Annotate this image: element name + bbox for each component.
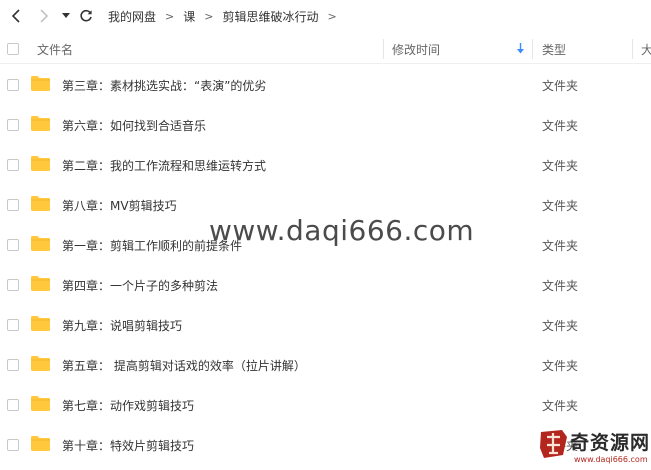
file-type: 文件夹 <box>542 118 579 133</box>
file-row[interactable]: 第八章：MV剪辑技巧 文件夹 <box>0 185 651 225</box>
file-type: 文件夹 <box>542 198 579 213</box>
row-checkbox[interactable] <box>7 119 19 131</box>
file-row[interactable]: 第九章：说唱剪辑技巧 文件夹 <box>0 305 651 345</box>
file-name[interactable]: 第九章：说唱剪辑技巧 <box>62 305 182 345</box>
row-checkbox[interactable] <box>7 359 19 371</box>
history-dropdown-button[interactable] <box>60 6 72 26</box>
file-name[interactable]: 第二章：我的工作流程和思维运转方式 <box>62 145 266 185</box>
file-type: 文件夹 <box>542 358 579 373</box>
file-type: 文件夹 <box>542 78 579 93</box>
file-row[interactable]: 第二章：我的工作流程和思维运转方式 文件夹 <box>0 145 651 185</box>
file-type: 文件夹 <box>542 278 579 293</box>
folder-icon <box>31 76 50 91</box>
breadcrumb-item-course[interactable]: 课 <box>183 8 195 25</box>
file-row[interactable]: 第六章：如何找到合适音乐 文件夹 <box>0 105 651 145</box>
caret-down-icon <box>62 13 70 18</box>
file-name[interactable]: 第一章：剪辑工作顺利的前提条件 <box>62 225 242 265</box>
folder-icon <box>31 156 50 171</box>
breadcrumb-item-my-disk[interactable]: 我的网盘 <box>108 8 156 25</box>
folder-icon <box>31 356 50 371</box>
folder-icon <box>31 396 50 411</box>
file-type: 文件夹 <box>542 238 579 253</box>
folder-icon <box>31 116 50 131</box>
file-list: 第三章：素材挑选实战：“表演”的优劣 文件夹 第六章：如何找到合适音乐 文件夹 … <box>0 65 651 465</box>
select-all-checkbox[interactable] <box>7 43 19 55</box>
file-name[interactable]: 第八章：MV剪辑技巧 <box>62 185 177 225</box>
file-name[interactable]: 第三章：素材挑选实战：“表演”的优劣 <box>62 65 266 105</box>
column-divider[interactable] <box>383 39 384 59</box>
breadcrumb: 我的网盘 > 课 > 剪辑思维破冰行动 > <box>108 8 346 25</box>
row-checkbox[interactable] <box>7 199 19 211</box>
breadcrumb-separator: > <box>165 9 175 23</box>
file-type: 文件夹 <box>542 318 579 333</box>
sort-down-icon[interactable] <box>516 43 525 55</box>
folder-icon <box>31 316 50 331</box>
file-row[interactable]: 第一章：剪辑工作顺利的前提条件 文件夹 <box>0 225 651 265</box>
row-checkbox[interactable] <box>7 439 19 451</box>
back-button[interactable] <box>6 6 26 26</box>
column-divider[interactable] <box>532 39 533 59</box>
file-name[interactable]: 第六章：如何找到合适音乐 <box>62 105 206 145</box>
file-type: 文件夹 <box>542 398 579 413</box>
file-name[interactable]: 第五章： 提高剪辑对话戏的效率（拉片讲解） <box>62 345 306 385</box>
row-checkbox[interactable] <box>7 399 19 411</box>
row-checkbox[interactable] <box>7 159 19 171</box>
column-header-size[interactable]: 大 <box>641 34 651 64</box>
refresh-icon <box>80 9 92 22</box>
breadcrumb-separator: > <box>204 9 214 23</box>
file-row[interactable]: 第四章：一个片子的多种剪法 文件夹 <box>0 265 651 305</box>
row-checkbox[interactable] <box>7 319 19 331</box>
column-header-modified-time[interactable]: 修改时间 <box>392 34 440 64</box>
column-header-type[interactable]: 类型 <box>542 34 566 64</box>
file-type: 文件夹 <box>542 438 579 453</box>
file-row[interactable]: 第七章：动作戏剪辑技巧 文件夹 <box>0 385 651 425</box>
refresh-button[interactable] <box>76 6 96 26</box>
column-header-name[interactable]: 文件名 <box>37 34 73 64</box>
row-checkbox[interactable] <box>7 239 19 251</box>
navigation-bar: 我的网盘 > 课 > 剪辑思维破冰行动 > <box>0 0 651 32</box>
forward-button[interactable] <box>34 6 54 26</box>
file-row[interactable]: 第十章：特效片剪辑技巧 文件夹 <box>0 425 651 465</box>
file-name[interactable]: 第十章：特效片剪辑技巧 <box>62 425 194 465</box>
arrow-left-icon <box>11 9 20 23</box>
column-divider[interactable] <box>632 39 633 59</box>
file-name[interactable]: 第七章：动作戏剪辑技巧 <box>62 385 194 425</box>
breadcrumb-item-current-folder[interactable]: 剪辑思维破冰行动 <box>222 8 318 25</box>
file-row[interactable]: 第三章：素材挑选实战：“表演”的优劣 文件夹 <box>0 65 651 105</box>
breadcrumb-separator[interactable]: > <box>327 10 336 23</box>
folder-icon <box>31 436 50 451</box>
file-row[interactable]: 第五章： 提高剪辑对话戏的效率（拉片讲解） 文件夹 <box>0 345 651 385</box>
folder-icon <box>31 196 50 211</box>
file-type: 文件夹 <box>542 158 579 173</box>
arrow-right-icon <box>40 9 49 23</box>
row-checkbox[interactable] <box>7 79 19 91</box>
row-checkbox[interactable] <box>7 279 19 291</box>
file-name[interactable]: 第四章：一个片子的多种剪法 <box>62 265 218 305</box>
folder-icon <box>31 276 50 291</box>
file-list-header: 文件名 修改时间 类型 大 <box>0 34 651 64</box>
folder-icon <box>31 236 50 251</box>
